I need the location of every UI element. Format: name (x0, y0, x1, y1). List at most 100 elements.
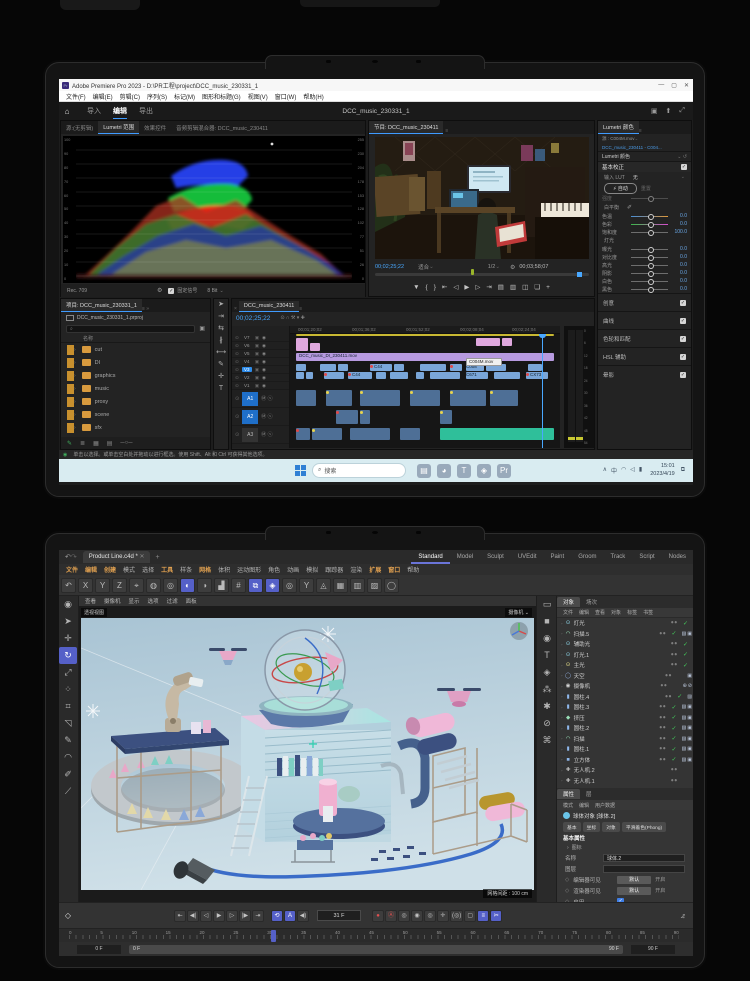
lumetri-section-row[interactable]: 创意 ✓ (598, 293, 691, 311)
project-file-name[interactable]: DCC_music_230331_1.prproj (77, 315, 143, 321)
object-tags[interactable]: ▣ (687, 673, 693, 679)
anim-transport-icon[interactable]: ▶ (213, 909, 225, 922)
layout-tab[interactable]: Paint (544, 550, 572, 564)
audio-track-header[interactable]: ⊙ A1 Ⓜ ⓢ (232, 390, 289, 408)
header-icon[interactable]: ▣ (651, 107, 658, 115)
timeline-clip[interactable] (320, 364, 336, 371)
editing-tool-icon[interactable]: ⇆ (214, 323, 228, 335)
c4d-tool-icon[interactable]: ➤ (59, 613, 77, 630)
toolbar-icon[interactable]: ◐ (180, 577, 195, 593)
video-track-header[interactable]: ⊙ V4 ▣ ◉ (232, 358, 289, 366)
axis-gizmo[interactable] (508, 620, 530, 642)
anim-mode-icon[interactable]: ◀) (297, 909, 309, 922)
render-visibility-button[interactable]: 默认 (617, 886, 652, 895)
editor-visibility-button[interactable]: 默认 (617, 875, 652, 884)
attribute-manager-tab[interactable]: 属性 (557, 789, 581, 799)
menu-item[interactable]: 标记(M) (174, 92, 195, 101)
menu-item[interactable]: 文件 (66, 565, 78, 574)
transport-icon[interactable]: ⇤ (442, 283, 447, 291)
palette-icon[interactable]: ◉ (537, 630, 557, 647)
audio-track-header[interactable]: ⊙ A2 Ⓜ ⓢ (232, 408, 289, 426)
document-tab[interactable]: Product Line.c4d * ✕ (82, 551, 151, 563)
anim-transport-icon[interactable]: ◀| (187, 909, 199, 922)
timeline-timecode[interactable]: 00;02;25;22 (236, 315, 270, 322)
anim-mode-icon[interactable]: A (284, 909, 296, 922)
object-manager-menu-item[interactable]: 查看 (595, 609, 605, 616)
menu-item[interactable]: 编辑 (85, 565, 97, 574)
transport-icon[interactable]: { (426, 284, 428, 291)
palette-icon[interactable]: ⁂ (537, 681, 557, 698)
anim-transport-icon[interactable]: ⇤ (174, 909, 186, 922)
anim-transport-icon[interactable]: ⇥ (252, 909, 264, 922)
toolbar-icon[interactable]: ◈ (265, 577, 280, 593)
keying-icon[interactable]: ◎ (398, 909, 410, 922)
timeline-clip[interactable] (450, 364, 462, 371)
taskbar-app-icon[interactable]: Pr (497, 463, 511, 478)
visibility-dots[interactable]: ⦁⦁ (671, 767, 681, 773)
object-tree-row[interactable]: ◦ ▮ 圆柱.4 ⦁⦁ ✓ ▨ (557, 692, 693, 703)
object-tags[interactable]: ▨▣ (682, 736, 693, 742)
timeline-playhead[interactable] (542, 334, 543, 448)
pen-footer-icon[interactable]: ✎ (67, 440, 72, 447)
enabled-check[interactable]: ✓ (672, 735, 680, 742)
timeline-clip[interactable]: C671 (466, 372, 488, 379)
menu-item[interactable]: 扩展 (369, 565, 381, 574)
layout-tab[interactable]: Sculpt (480, 550, 511, 564)
input-lut-value[interactable]: 无 (633, 174, 638, 181)
menu-item[interactable]: 帮助 (407, 565, 419, 574)
editing-tool-icon[interactable]: ✛ (214, 371, 228, 383)
palette-icon[interactable]: ⌘ (537, 732, 557, 749)
timeline-clip[interactable] (376, 372, 386, 379)
layout-tab[interactable]: Model (450, 550, 480, 564)
project-bin-row[interactable]: › scene (61, 408, 210, 421)
playback-resolution-select[interactable]: 1/2 (488, 264, 496, 270)
slider-track[interactable] (631, 246, 668, 253)
current-frame-field[interactable]: 31 F (317, 910, 361, 921)
toolbar-icon[interactable]: X (78, 577, 93, 593)
tray-icon[interactable]: ◠ (621, 466, 626, 475)
fit-select[interactable]: 适合 (418, 263, 429, 271)
palette-icon[interactable]: ◈ (537, 664, 557, 681)
object-tree-row[interactable]: ◦ ⊙ 灯光 ⦁⦁ ✓ (557, 618, 693, 629)
menu-item[interactable]: 图形和标题(G) (202, 92, 241, 101)
toolbar-icon[interactable]: ↶ (61, 577, 76, 593)
timeline-clip[interactable] (312, 428, 342, 440)
object-manager-tab[interactable]: 场次 (580, 597, 603, 607)
icon-group-row[interactable]: › 图标 (557, 843, 693, 852)
enabled-check[interactable]: ✓ (677, 693, 685, 700)
timeline-clip[interactable] (296, 428, 310, 440)
project-tab[interactable]: 项目: DCC_music_230331_1 (61, 299, 142, 312)
object-tree-row[interactable]: ◦ ■ 立方体 ⦁⦁ ✓ ▨▣ (557, 755, 693, 766)
timeline-clip[interactable] (296, 334, 554, 336)
visibility-dots[interactable]: ⦁⦁ (665, 694, 675, 700)
c4d-tool-icon[interactable]: ✎ (59, 732, 77, 749)
project-bin-row[interactable]: › cut (61, 343, 210, 356)
toolbar-icon[interactable]: ◍ (146, 577, 161, 593)
video-track-header[interactable]: ⊙ V3 ▣ ◉ (232, 366, 289, 374)
object-tree-row[interactable]: ◦ ◆ 挤压 ⦁⦁ ✓ ▨▣ (557, 713, 693, 724)
transport-icon[interactable]: + (546, 284, 550, 291)
timeline-clip[interactable] (360, 410, 370, 424)
pin-signal-checkbox[interactable]: ✓ (168, 287, 175, 294)
fcurve-icon[interactable]: ⦨ (681, 911, 685, 921)
c4d-tool-icon[interactable]: ✐ (59, 766, 77, 783)
transport-icon[interactable]: ▥ (510, 283, 516, 291)
viewport[interactable]: 查看 摄像机 显示 选项 过滤 面板 透视视图 摄像机 ⌄ 网格间距: 100… (79, 596, 536, 902)
enabled-check[interactable]: ✓ (672, 704, 680, 711)
enabled-check[interactable]: ✓ (683, 651, 691, 658)
attribute-menu-item[interactable]: 用户数据 (595, 802, 615, 809)
menu-item[interactable]: 渲染 (350, 565, 362, 574)
c4d-tool-icon[interactable]: ◹ (59, 715, 77, 732)
freeform-view-icon[interactable]: ▤ (107, 440, 113, 447)
timeline-clip[interactable]: CX73 (526, 372, 548, 379)
slider-track[interactable] (631, 270, 668, 277)
slider-track[interactable] (631, 254, 668, 261)
timeline-toggles[interactable]: ⊙ ∩ ⚒ ▾ ✚ (280, 315, 305, 321)
enabled-check[interactable]: ✓ (683, 662, 691, 669)
viewport-menu-item[interactable]: 过滤 (167, 597, 178, 605)
visibility-dots[interactable]: ⦁⦁ (660, 715, 670, 721)
keying-icon[interactable]: (◎) (450, 909, 464, 922)
transport-icon[interactable]: ▼ (413, 284, 419, 291)
c4d-tool-icon[interactable]: ↻ (59, 647, 77, 664)
keying-icon[interactable]: ◉ (411, 909, 423, 922)
